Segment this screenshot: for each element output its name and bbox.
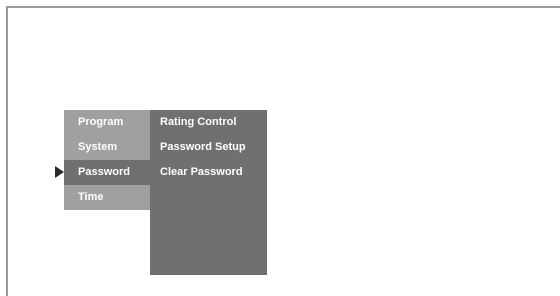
menu-item-system[interactable]: System xyxy=(64,135,150,160)
option-password-setup[interactable]: Password Setup xyxy=(150,135,267,160)
main-menu: Program System Password Time xyxy=(64,110,150,210)
menu-item-password[interactable]: Password xyxy=(64,160,150,185)
submenu-panel: Rating Control Password Setup Clear Pass… xyxy=(150,110,267,275)
option-rating-control[interactable]: Rating Control xyxy=(150,110,267,135)
menu-item-time[interactable]: Time xyxy=(64,185,150,210)
menu-item-program[interactable]: Program xyxy=(64,110,150,135)
option-clear-password[interactable]: Clear Password xyxy=(150,160,267,185)
selection-arrow-icon xyxy=(55,166,64,178)
